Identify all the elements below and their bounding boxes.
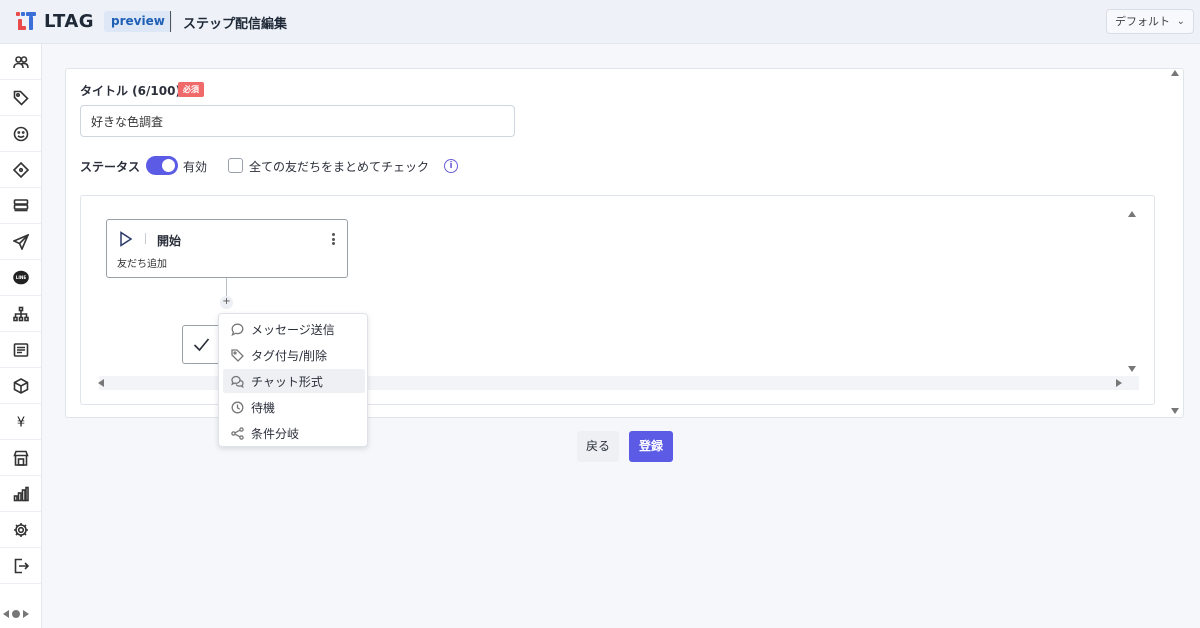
line-icon: LINE — [12, 270, 29, 284]
title-label: タイトル (6/100) — [80, 84, 181, 98]
sidebar-item-products[interactable] — [0, 368, 41, 404]
add-step-button[interactable]: + — [220, 296, 233, 309]
start-node-separator — [145, 233, 146, 244]
svg-text:¥: ¥ — [16, 415, 24, 430]
menu-item-label: タグ付与/削除 — [251, 348, 328, 363]
canvas-scroll-up-arrow[interactable] — [1128, 211, 1136, 217]
menu-item-chat-format[interactable]: チャット形式 — [223, 369, 365, 393]
play-icon — [120, 231, 133, 247]
clock-icon — [231, 401, 244, 413]
menu-item-label: メッセージ送信 — [251, 322, 335, 337]
scroll-dot-icon — [12, 610, 20, 618]
logout-icon — [14, 558, 29, 573]
sidebar-item-structure[interactable] — [0, 296, 41, 332]
send-icon — [12, 233, 29, 250]
canvas-scroll-down-arrow[interactable] — [1128, 366, 1136, 372]
check-icon — [193, 338, 210, 352]
card-scroll-down-arrow[interactable] — [1171, 408, 1179, 414]
card-scroll-up-arrow[interactable] — [1171, 70, 1179, 76]
chevron-left-icon[interactable] — [3, 610, 9, 618]
store-icon — [12, 450, 29, 466]
toggle-knob — [162, 159, 175, 172]
branch-icon — [231, 426, 244, 440]
menu-item-label: チャット形式 — [251, 374, 323, 389]
tag-icon — [13, 90, 29, 106]
tag-icon — [231, 348, 244, 362]
package-icon — [13, 377, 28, 394]
canvas-scroll-left-arrow[interactable] — [98, 379, 104, 387]
kebab-menu-icon[interactable] — [329, 231, 337, 247]
sidebar-item-forms[interactable] — [0, 332, 41, 368]
view-select-value: デフォルト — [1115, 15, 1170, 28]
register-button[interactable]: 登録 — [629, 431, 673, 462]
status-label: ステータス — [80, 160, 141, 174]
sidebar-item-broadcast[interactable] — [0, 224, 41, 260]
check-all-checkbox[interactable] — [228, 158, 243, 173]
sidebar-item-coupons[interactable] — [0, 152, 41, 188]
sidebar-item-reactions[interactable] — [0, 116, 41, 152]
ticket-icon — [12, 161, 29, 178]
chevron-right-icon[interactable] — [23, 610, 29, 618]
logo-mark-icon — [16, 10, 38, 32]
menu-item-tag[interactable]: タグ付与/削除 — [223, 343, 365, 367]
svg-text:LINE: LINE — [15, 275, 26, 280]
brand-logo[interactable]: LTAG — [16, 9, 94, 33]
sidebar-item-settings[interactable] — [0, 512, 41, 548]
menu-item-send-message[interactable]: メッセージ送信 — [223, 317, 365, 341]
chat-dialog-icon — [231, 375, 244, 388]
required-badge: 必須 — [178, 82, 204, 97]
preview-badge: preview — [104, 11, 172, 32]
start-node-title: 開始 — [157, 234, 182, 248]
database-icon — [13, 198, 28, 211]
list-icon — [13, 342, 28, 357]
status-toggle-text: 有効 — [183, 160, 208, 174]
start-node-subtitle: 友だち追加 — [117, 259, 167, 270]
users-icon — [12, 55, 29, 68]
sidebar-item-logout[interactable] — [0, 548, 41, 584]
menu-item-branch[interactable]: 条件分岐 — [223, 421, 365, 445]
check-all-label: 全ての友だちをまとめてチェック — [249, 160, 430, 174]
smile-icon — [13, 126, 28, 141]
header-divider — [170, 11, 171, 32]
canvas-scroll-right-arrow[interactable] — [1116, 379, 1122, 387]
title-input[interactable] — [80, 105, 515, 137]
sidebar-item-data[interactable] — [0, 188, 41, 224]
sidebar-item-shop[interactable] — [0, 440, 41, 476]
chevron-down-icon: ⌄ — [1176, 16, 1185, 27]
page-title: ステップ配信編集 — [183, 17, 288, 32]
yen-icon: ¥ — [16, 415, 24, 430]
chat-bubble-icon — [231, 323, 244, 336]
brand-name: LTAG — [44, 10, 95, 32]
sidebar-item-tags[interactable] — [0, 80, 41, 116]
menu-item-label: 条件分岐 — [251, 426, 300, 441]
sidebar: LINE ¥ — [0, 44, 42, 628]
start-node[interactable]: 開始 友だち追加 — [106, 219, 348, 278]
bar-chart-icon — [13, 486, 29, 501]
status-toggle[interactable] — [146, 156, 178, 175]
sidebar-item-line[interactable]: LINE — [0, 260, 41, 296]
sitemap-icon — [12, 306, 29, 321]
menu-item-wait[interactable]: 待機 — [223, 395, 365, 419]
add-step-menu: メッセージ送信 タグ付与/削除 チャット形式 待機 条件分岐 — [218, 313, 368, 447]
sidebar-item-payments[interactable]: ¥ — [0, 404, 41, 440]
sidebar-item-analytics[interactable] — [0, 476, 41, 512]
view-select[interactable]: デフォルト ⌄ — [1106, 9, 1194, 34]
gear-icon — [13, 522, 28, 537]
menu-item-label: 待機 — [251, 400, 276, 415]
back-button[interactable]: 戻る — [577, 431, 619, 462]
app-header: LTAG preview ステップ配信編集 デフォルト ⌄ — [0, 0, 1200, 44]
end-node[interactable] — [182, 325, 222, 364]
sidebar-scroll-controls[interactable] — [3, 610, 29, 618]
flow-connector — [226, 278, 227, 296]
info-icon[interactable]: i — [444, 159, 458, 173]
sidebar-item-friends[interactable] — [0, 44, 41, 80]
